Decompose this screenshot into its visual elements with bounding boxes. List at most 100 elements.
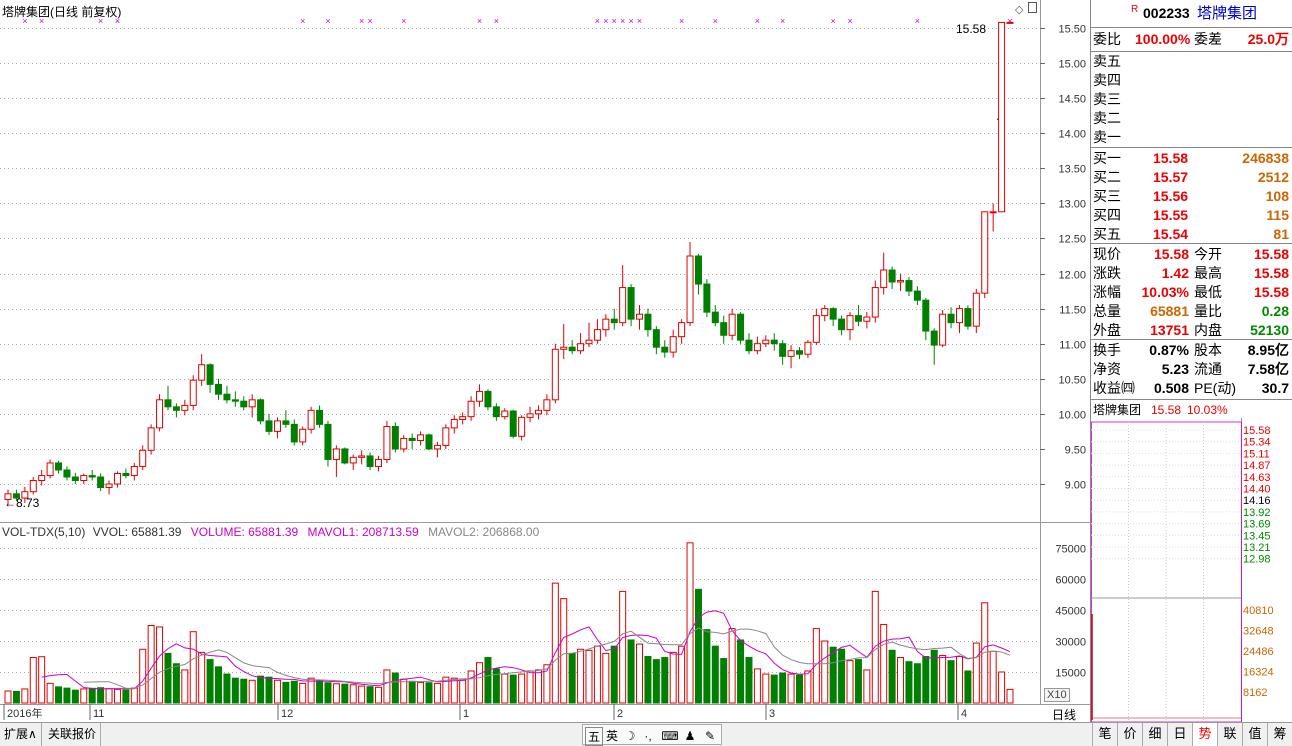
- vvol-value: VVOL: 65881.39: [92, 525, 182, 539]
- candle-body: [38, 475, 46, 481]
- fund-value: 0.87%: [1149, 342, 1189, 358]
- mini-price-label: 15.11: [1243, 448, 1270, 460]
- right-tab-7[interactable]: 筹: [1267, 723, 1292, 746]
- chart-toggle-icon[interactable]: ◇: [1015, 3, 1023, 16]
- candle-body: [838, 318, 846, 331]
- event-marker[interactable]: ×: [755, 16, 760, 26]
- volume-bar: [80, 688, 88, 704]
- event-marker[interactable]: ×: [847, 16, 852, 26]
- volume-tick-label: 15000: [1055, 668, 1086, 680]
- price-tick-label: 9.50: [1065, 445, 1086, 457]
- weicha-label: 委差: [1194, 31, 1222, 47]
- candle-body: [821, 308, 829, 317]
- ime-keyboard-icon[interactable]: ⌨: [661, 727, 679, 746]
- event-marker[interactable]: ×: [477, 16, 482, 26]
- buy-level-5[interactable]: 买五 15.54 81: [1091, 225, 1292, 244]
- event-marker[interactable]: ×: [494, 16, 499, 26]
- fund-value: 8.95亿: [1247, 342, 1289, 358]
- event-marker[interactable]: ×: [628, 16, 633, 26]
- candle-body: [273, 420, 281, 432]
- right-tab-6[interactable]: 值: [1242, 723, 1267, 746]
- period-label[interactable]: 日线: [1052, 706, 1076, 723]
- tab-expand[interactable]: 扩展∧: [0, 723, 42, 746]
- candle-body: [383, 425, 391, 460]
- chart-window-icon[interactable]: [1028, 2, 1037, 13]
- price-tick-label: 12.00: [1058, 270, 1086, 282]
- buy-level-4[interactable]: 买四 15.55 115: [1091, 206, 1292, 225]
- event-marker[interactable]: ×: [612, 16, 617, 26]
- candle-body: [947, 313, 955, 324]
- volume-bar: [686, 542, 694, 704]
- volume-bar: [779, 672, 787, 704]
- buy-price: 15.57: [1153, 169, 1189, 185]
- event-marker[interactable]: ×: [713, 16, 718, 26]
- event-marker[interactable]: ×: [780, 16, 785, 26]
- candle-body: [981, 211, 989, 294]
- mini-price-label: 13.21: [1243, 542, 1271, 554]
- candle-body: [964, 308, 972, 327]
- ime-skin-icon[interactable]: ♟: [681, 727, 699, 746]
- candle-body: [770, 339, 778, 345]
- right-tab-1[interactable]: 价: [1117, 723, 1142, 746]
- candle-body: [122, 472, 130, 477]
- mini-volume-label: 40810: [1243, 605, 1274, 617]
- volume-bar: [484, 657, 492, 704]
- ime-punct-icon[interactable]: ·,: [639, 727, 657, 746]
- candle-body: [652, 329, 660, 348]
- volume-bar: [374, 686, 382, 704]
- candle-body: [299, 428, 307, 443]
- candle-body: [332, 448, 340, 460]
- weibi-row: 委比 100.00% 委差 25.0万: [1091, 30, 1292, 49]
- event-marker[interactable]: ×: [359, 16, 364, 26]
- ime-english-icon[interactable]: 英: [603, 727, 621, 746]
- kline-chart[interactable]: × × × × × × × × × × × × × × × × × × × × × × × × × 15.5015.0014.5…: [0, 0, 1090, 722]
- event-marker[interactable]: ×: [367, 16, 372, 26]
- volume-bar: [509, 674, 517, 704]
- volume-bar: [998, 671, 1006, 704]
- ime-settings-icon[interactable]: ✎: [701, 727, 719, 746]
- stock-name[interactable]: 塔牌集团: [1197, 4, 1257, 23]
- event-marker[interactable]: ×: [603, 16, 608, 26]
- event-marker[interactable]: ×: [595, 16, 600, 26]
- candle-body: [610, 318, 618, 324]
- event-marker[interactable]: ×: [1007, 16, 1012, 26]
- event-marker[interactable]: ×: [679, 16, 684, 26]
- mavol2-value: MAVOL2: 206868.00: [428, 525, 540, 539]
- buy-level-3[interactable]: 买三 15.56 108: [1091, 187, 1292, 206]
- buy-level-1[interactable]: 买一 15.58 246838: [1091, 149, 1292, 168]
- candle-body: [189, 379, 197, 406]
- ime-wubi-icon[interactable]: 五: [585, 727, 603, 746]
- fundamental-row: 收益㈣ 0.508 PE(动) 30.7: [1091, 379, 1292, 398]
- right-tab-4[interactable]: 势: [1192, 723, 1217, 746]
- event-marker[interactable]: ×: [325, 16, 330, 26]
- right-tab-3[interactable]: 日: [1167, 723, 1192, 746]
- sell-4-label: 卖四: [1093, 72, 1121, 88]
- right-tab-2[interactable]: 细: [1142, 723, 1167, 746]
- date-tick-label: 4: [961, 708, 967, 720]
- intraday-mini-chart[interactable]: 15.5815.3415.1114.8714.6314.4014.1613.92…: [1091, 418, 1292, 722]
- volume-bar: [408, 680, 416, 704]
- candle-body: [829, 308, 837, 320]
- volume-bar: [610, 645, 618, 704]
- event-marker[interactable]: ×: [300, 16, 305, 26]
- candle-body: [391, 425, 399, 450]
- event-marker[interactable]: ×: [915, 16, 920, 26]
- volume-value: VOLUME: 65881.39: [190, 525, 299, 539]
- candle-body: [518, 416, 526, 437]
- event-marker[interactable]: ×: [620, 16, 625, 26]
- volume-bar: [720, 658, 728, 704]
- volume-bar: [711, 645, 719, 704]
- candle-body: [450, 418, 458, 429]
- event-marker[interactable]: ×: [637, 16, 642, 26]
- ime-moon-icon[interactable]: ☽: [621, 727, 639, 746]
- buy-level-2[interactable]: 买二 15.57 2512: [1091, 168, 1292, 187]
- event-marker[interactable]: ×: [401, 16, 406, 26]
- candle-body: [593, 329, 601, 341]
- ime-toolbar: 五 英 ☽ ·, ⌨ ♟ ✎: [582, 724, 722, 746]
- volume-bar: [189, 631, 197, 704]
- event-marker[interactable]: ×: [831, 16, 836, 26]
- tab-related-quotes[interactable]: 关联报价: [44, 723, 102, 746]
- right-tab-5[interactable]: 联: [1217, 723, 1242, 746]
- candle-body: [97, 476, 105, 489]
- right-tab-0[interactable]: 笔: [1092, 723, 1117, 746]
